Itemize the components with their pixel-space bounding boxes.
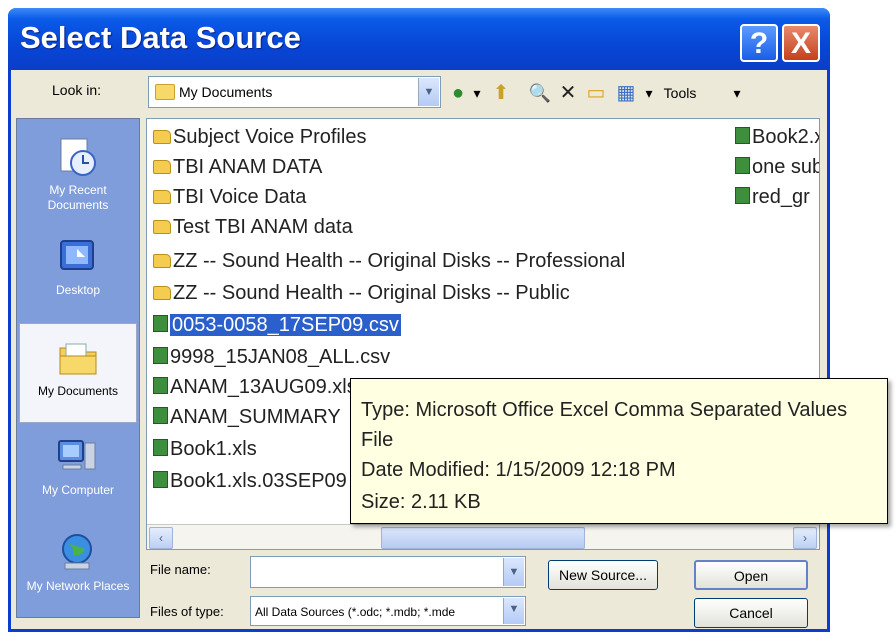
list-item[interactable]: ANAM_SUMMARY [153,403,341,431]
back-dropdown-icon[interactable]: ▾ [470,79,484,107]
list-item[interactable]: TBI ANAM DATA [153,153,322,181]
tooltip-type: Type: Microsoft Office Excel Comma Separ… [361,399,848,421]
network-places-icon [62,534,92,570]
excel-file-icon [153,347,168,364]
scroll-thumb[interactable] [381,527,585,549]
new-folder-icon[interactable]: ▭ [582,79,610,107]
look-in-value: My Documents [179,84,273,100]
title-bar[interactable]: Select Data Source ? X [8,8,830,70]
place-label: My Documents [37,384,119,398]
folder-icon [153,254,171,268]
place-label: My Computer [41,483,115,497]
close-button[interactable]: X [782,24,820,62]
toolbar: ● ▾ ⬆ 🔍 ✕ ▭ ▦ ▾ Tools ▾ [446,79,772,107]
folder-icon [153,130,171,144]
excel-file-icon [153,407,168,424]
file-type-value: All Data Sources (*.odc; *.mdb; *.mde [255,605,456,619]
chevron-down-icon[interactable]: ▼ [503,558,524,586]
list-item[interactable]: ZZ -- Sound Health -- Original Disks -- … [153,247,625,275]
scroll-right-button[interactable]: › [793,527,817,549]
excel-file-icon [735,187,750,204]
excel-file-icon [153,439,168,456]
tooltip-date-modified: Date Modified: 1/15/2009 12:18 PM [361,459,676,481]
recent-documents-icon [60,138,96,176]
file-type-dropdown[interactable]: All Data Sources (*.odc; *.mdb; *.mde ▼ [250,596,526,626]
place-my-computer[interactable]: My Computer [19,423,137,523]
place-desktop[interactable]: Desktop [19,223,137,323]
look-in-dropdown[interactable]: My Documents ▼ [148,76,441,108]
tooltip-type-cont: File [361,429,394,451]
list-item[interactable]: Subject Voice Profiles [153,123,366,151]
list-item[interactable]: Test TBI ANAM data [153,213,353,241]
file-type-label: Files of type: [150,604,224,619]
list-item[interactable]: red_gr [735,183,810,211]
open-button[interactable]: Open [694,560,808,590]
excel-file-icon [735,157,750,174]
delete-icon[interactable]: ✕ [556,79,580,107]
search-web-icon[interactable]: 🔍 [526,79,554,107]
excel-file-icon [153,471,168,488]
file-name-label: File name: [150,562,211,577]
list-item[interactable]: Book1.xls.03SEP09 [153,467,347,495]
desktop-icon [60,240,94,270]
my-documents-icon [59,343,97,375]
list-item-selected[interactable]: 0053-0058_17SEP09.csv [153,311,401,339]
tools-menu[interactable]: Tools [660,79,700,107]
list-item[interactable]: Book2.xls [735,123,819,151]
excel-file-icon [735,127,750,144]
chevron-down-icon[interactable]: ▼ [418,78,439,106]
window-title: Select Data Source [20,20,301,55]
place-label: My Recent Documents [47,183,109,212]
folder-icon [155,84,175,100]
places-bar: My Recent Documents Desktop My Documents… [16,118,140,618]
back-icon[interactable]: ● [446,79,470,107]
scroll-left-button[interactable]: ‹ [149,527,173,549]
look-in-label: Look in: [52,82,102,98]
list-item[interactable]: TBI Voice Data [153,183,306,211]
chevron-down-icon[interactable]: ▼ [503,598,524,624]
cancel-button[interactable]: Cancel [694,598,808,628]
file-name-input[interactable]: ▼ [250,556,526,588]
my-computer-icon [58,440,96,470]
new-source-button[interactable]: New Source... [548,560,658,590]
horizontal-scrollbar[interactable]: ‹ › [147,524,819,549]
excel-file-icon [153,377,168,394]
list-item[interactable]: Book1.xls [153,435,257,463]
list-item[interactable]: 9998_15JAN08_ALL.csv [153,343,390,371]
list-item[interactable]: ANAM_13AUG09.xls [153,373,357,401]
place-recent-documents[interactable]: My Recent Documents [19,123,137,223]
place-label: Desktop [55,283,101,297]
tools-dropdown-icon[interactable]: ▾ [730,79,744,107]
place-my-documents[interactable]: My Documents [19,323,137,423]
folder-icon [153,190,171,204]
views-dropdown-icon[interactable]: ▾ [642,79,656,107]
list-item[interactable]: ZZ -- Sound Health -- Original Disks -- … [153,279,570,307]
tooltip-size: Size: 2.11 KB [361,491,481,513]
help-button[interactable]: ? [740,24,778,62]
up-folder-icon[interactable]: ⬆ [488,79,514,107]
place-label: My Network Places [26,579,130,593]
folder-icon [153,286,171,300]
place-network-places[interactable]: My Network Places [19,519,137,619]
views-icon[interactable]: ▦ [612,79,640,107]
folder-icon [153,160,171,174]
list-item[interactable]: one sub [735,153,819,181]
file-info-tooltip: Type: Microsoft Office Excel Comma Separ… [350,378,888,524]
excel-file-icon [153,315,168,332]
folder-icon [153,220,171,234]
